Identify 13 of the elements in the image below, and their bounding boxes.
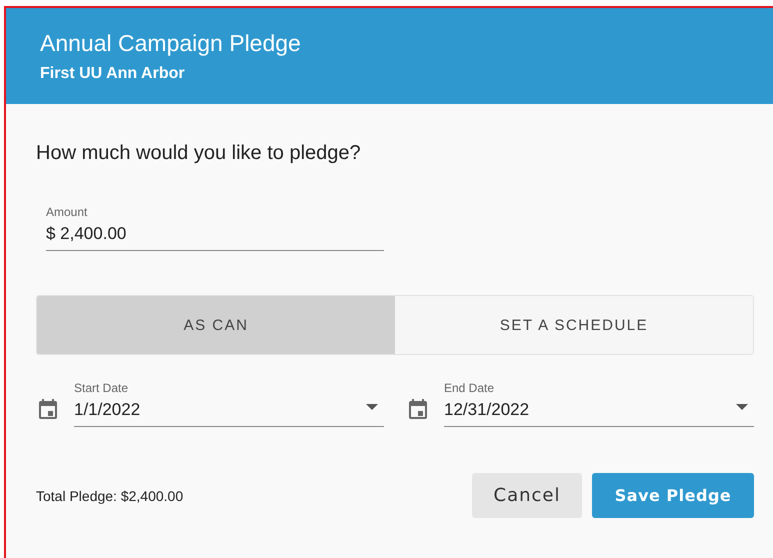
mode-tab[interactable]: AS CAN bbox=[37, 296, 395, 354]
calendar-icon[interactable] bbox=[36, 397, 60, 421]
dropdown-caret-icon[interactable] bbox=[736, 404, 748, 410]
amount-field[interactable]: Amount $ 2,400.00 bbox=[46, 205, 384, 251]
date-field[interactable]: End Date 12/31/2022 bbox=[444, 381, 754, 427]
cancel-button[interactable]: Cancel bbox=[472, 473, 582, 518]
total-pledge-text: Total Pledge: $2,400.00 bbox=[36, 488, 184, 504]
date-field[interactable]: Start Date 1/1/2022 bbox=[74, 381, 384, 427]
calendar-icon[interactable] bbox=[406, 397, 430, 421]
dropdown-caret-icon[interactable] bbox=[366, 404, 378, 410]
question-text: How much would you like to pledge? bbox=[36, 142, 361, 165]
dialog-subtitle: First UU Ann Arbor bbox=[40, 65, 185, 83]
dialog-title: Annual Campaign Pledge bbox=[40, 30, 301, 57]
